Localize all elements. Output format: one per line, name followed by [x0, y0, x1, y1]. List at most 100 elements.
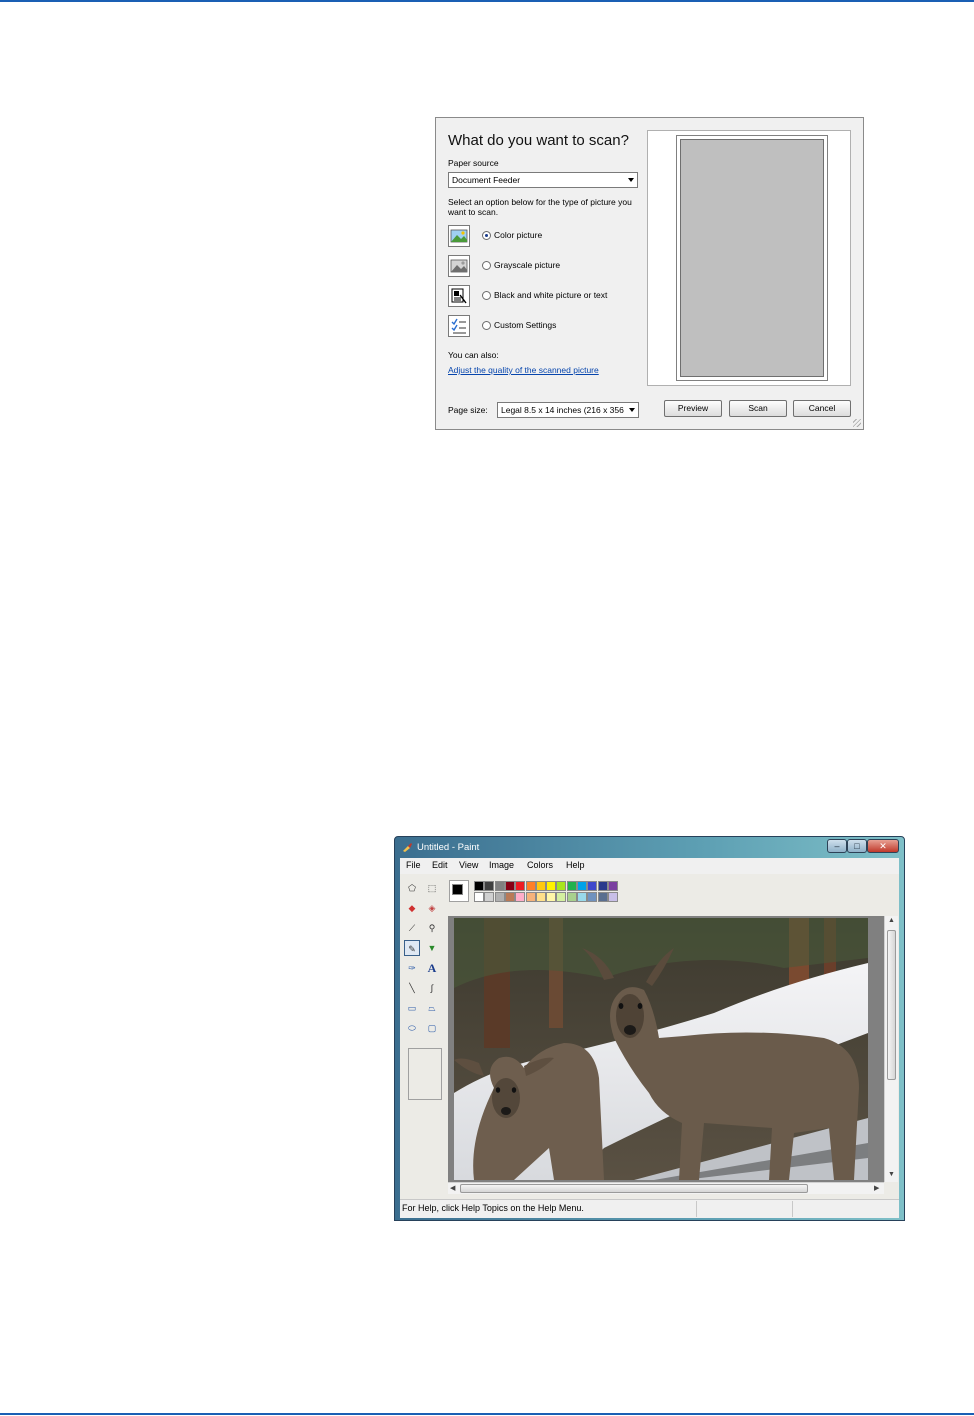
resize-grip-icon[interactable] — [853, 419, 861, 427]
close-button[interactable]: ✕ — [867, 839, 899, 853]
eyedropper-icon[interactable]: ⟋ — [404, 920, 420, 936]
paper-source-value: Document Feeder — [452, 175, 521, 185]
window-title: Untitled - Paint — [417, 842, 480, 853]
option-label: Grayscale picture — [494, 260, 561, 270]
menu-colors[interactable]: Colors — [527, 860, 553, 870]
option-black-white[interactable]: Black and white picture or text — [448, 285, 628, 307]
color-swatch[interactable] — [597, 892, 608, 902]
preview-area — [680, 139, 824, 377]
scroll-right-icon[interactable]: ▶ — [874, 1184, 879, 1192]
color-swatch[interactable] — [525, 892, 536, 902]
cancel-button[interactable]: Cancel — [793, 400, 851, 417]
color-swatch[interactable] — [515, 892, 526, 902]
color-swatch[interactable] — [474, 881, 484, 891]
fill-bucket-icon[interactable]: ◈ — [424, 900, 440, 916]
airbrush-icon[interactable]: ✑ — [404, 960, 420, 976]
scroll-down-icon[interactable]: ▼ — [888, 1171, 895, 1178]
minimize-button[interactable]: – — [827, 839, 847, 853]
scroll-up-icon[interactable]: ▲ — [888, 917, 895, 924]
horizontal-scrollbar[interactable]: ◀ ▶ — [448, 1182, 884, 1194]
menu-image[interactable]: Image — [489, 860, 514, 870]
horizontal-scroll-thumb[interactable] — [460, 1184, 808, 1193]
paper-source-label: Paper source — [448, 158, 499, 168]
color-swatch[interactable] — [577, 892, 587, 902]
color-swatch[interactable] — [566, 881, 577, 891]
page-bottom-rule — [0, 1413, 974, 1415]
polygon-icon[interactable]: ⏢ — [424, 1000, 440, 1016]
rectangle-icon[interactable]: ▭ — [404, 1000, 420, 1016]
free-form-select-icon[interactable]: ⬠ — [404, 880, 420, 896]
scan-type-instruction: Select an option below for the type of p… — [448, 197, 632, 217]
paper-source-dropdown[interactable]: Document Feeder — [448, 172, 638, 188]
preview-button[interactable]: Preview — [664, 400, 722, 417]
tool-options-box[interactable] — [408, 1048, 442, 1100]
menu-bar: File Edit View Image Colors Help — [400, 858, 899, 875]
color-swatch[interactable] — [494, 892, 505, 902]
color-swatch[interactable] — [546, 881, 557, 891]
color-swatch[interactable] — [515, 881, 526, 891]
adjust-quality-link[interactable]: Adjust the quality of the scanned pictur… — [448, 365, 599, 375]
option-custom-settings[interactable]: Custom Settings — [448, 315, 628, 337]
color-swatch[interactable] — [587, 881, 598, 891]
color-swatch[interactable] — [504, 892, 515, 902]
magnifier-icon[interactable]: ⚲ — [424, 920, 440, 936]
color-swatch[interactable] — [556, 881, 567, 891]
curve-icon[interactable]: ∫ — [424, 980, 440, 996]
paint-window: Untitled - Paint – □ ✕ File Edit View Im… — [394, 836, 905, 1221]
black-white-radio[interactable] — [482, 291, 491, 300]
rounded-rect-icon[interactable]: ▢ — [424, 1020, 440, 1036]
color-swatch[interactable] — [607, 881, 618, 891]
color-swatch[interactable] — [587, 892, 598, 902]
color-picture-radio[interactable] — [482, 231, 491, 240]
color-swatch[interactable] — [577, 881, 587, 891]
current-colors[interactable] — [449, 880, 469, 902]
color-swatch[interactable] — [607, 892, 618, 902]
menu-view[interactable]: View — [459, 860, 478, 870]
pencil-icon[interactable]: ✎ — [404, 940, 420, 956]
menu-file[interactable]: File — [406, 860, 421, 870]
color-swatch[interactable] — [484, 881, 495, 891]
canvas-area — [448, 916, 884, 1182]
custom-settings-radio[interactable] — [482, 321, 491, 330]
option-label: Color picture — [494, 230, 543, 240]
page-size-value: Legal 8.5 x 14 inches (216 x 356 — [501, 405, 624, 415]
menu-help[interactable]: Help — [566, 860, 585, 870]
color-swatch[interactable] — [535, 892, 546, 902]
option-label: Custom Settings — [494, 320, 557, 330]
vertical-scrollbar[interactable]: ▲ ▼ — [884, 916, 898, 1182]
option-grayscale-picture[interactable]: Grayscale picture — [448, 255, 628, 277]
color-swatch[interactable] — [546, 892, 557, 902]
page-size-dropdown[interactable]: Legal 8.5 x 14 inches (216 x 356 — [497, 402, 639, 418]
color-swatch[interactable] — [484, 892, 495, 902]
color-swatch[interactable] — [556, 892, 567, 902]
color-swatch[interactable] — [525, 881, 536, 891]
status-bar: For Help, click Help Topics on the Help … — [400, 1199, 899, 1218]
color-swatch[interactable] — [535, 881, 546, 891]
color-swatch[interactable] — [494, 881, 505, 891]
option-color-picture[interactable]: Color picture — [448, 225, 628, 247]
brush-icon[interactable]: ▼ — [424, 940, 440, 956]
menu-edit[interactable]: Edit — [432, 860, 448, 870]
scan-button[interactable]: Scan — [729, 400, 787, 417]
custom-settings-icon — [448, 315, 470, 337]
text-tool-icon[interactable]: A — [424, 960, 440, 976]
line-icon[interactable]: ╲ — [404, 980, 420, 996]
scroll-left-icon[interactable]: ◀ — [450, 1184, 455, 1192]
rect-select-icon[interactable]: ⬚ — [424, 880, 440, 896]
status-text: For Help, click Help Topics on the Help … — [402, 1203, 584, 1213]
eraser-icon[interactable]: ◆ — [404, 900, 420, 916]
color-swatch[interactable] — [504, 881, 515, 891]
chevron-down-icon — [628, 178, 634, 182]
color-swatch[interactable] — [597, 881, 608, 891]
grayscale-picture-radio[interactable] — [482, 261, 491, 270]
drawing-canvas[interactable] — [454, 918, 868, 1180]
color-swatch[interactable] — [566, 892, 577, 902]
ellipse-icon[interactable]: ⬭ — [404, 1020, 420, 1036]
scan-dialog: What do you want to scan? Paper source D… — [435, 117, 864, 430]
page-size-label: Page size: — [448, 405, 488, 415]
maximize-button[interactable]: □ — [847, 839, 867, 853]
toolbox: ⬠ ⬚ ◆ ◈ ⟋ ⚲ ✎ ▼ ✑ A ╲ ∫ ▭ ⏢ ⬭ ▢ — [402, 880, 446, 1192]
vertical-scroll-thumb[interactable] — [887, 930, 896, 1080]
color-swatch[interactable] — [474, 892, 484, 902]
grayscale-picture-icon — [448, 255, 470, 277]
